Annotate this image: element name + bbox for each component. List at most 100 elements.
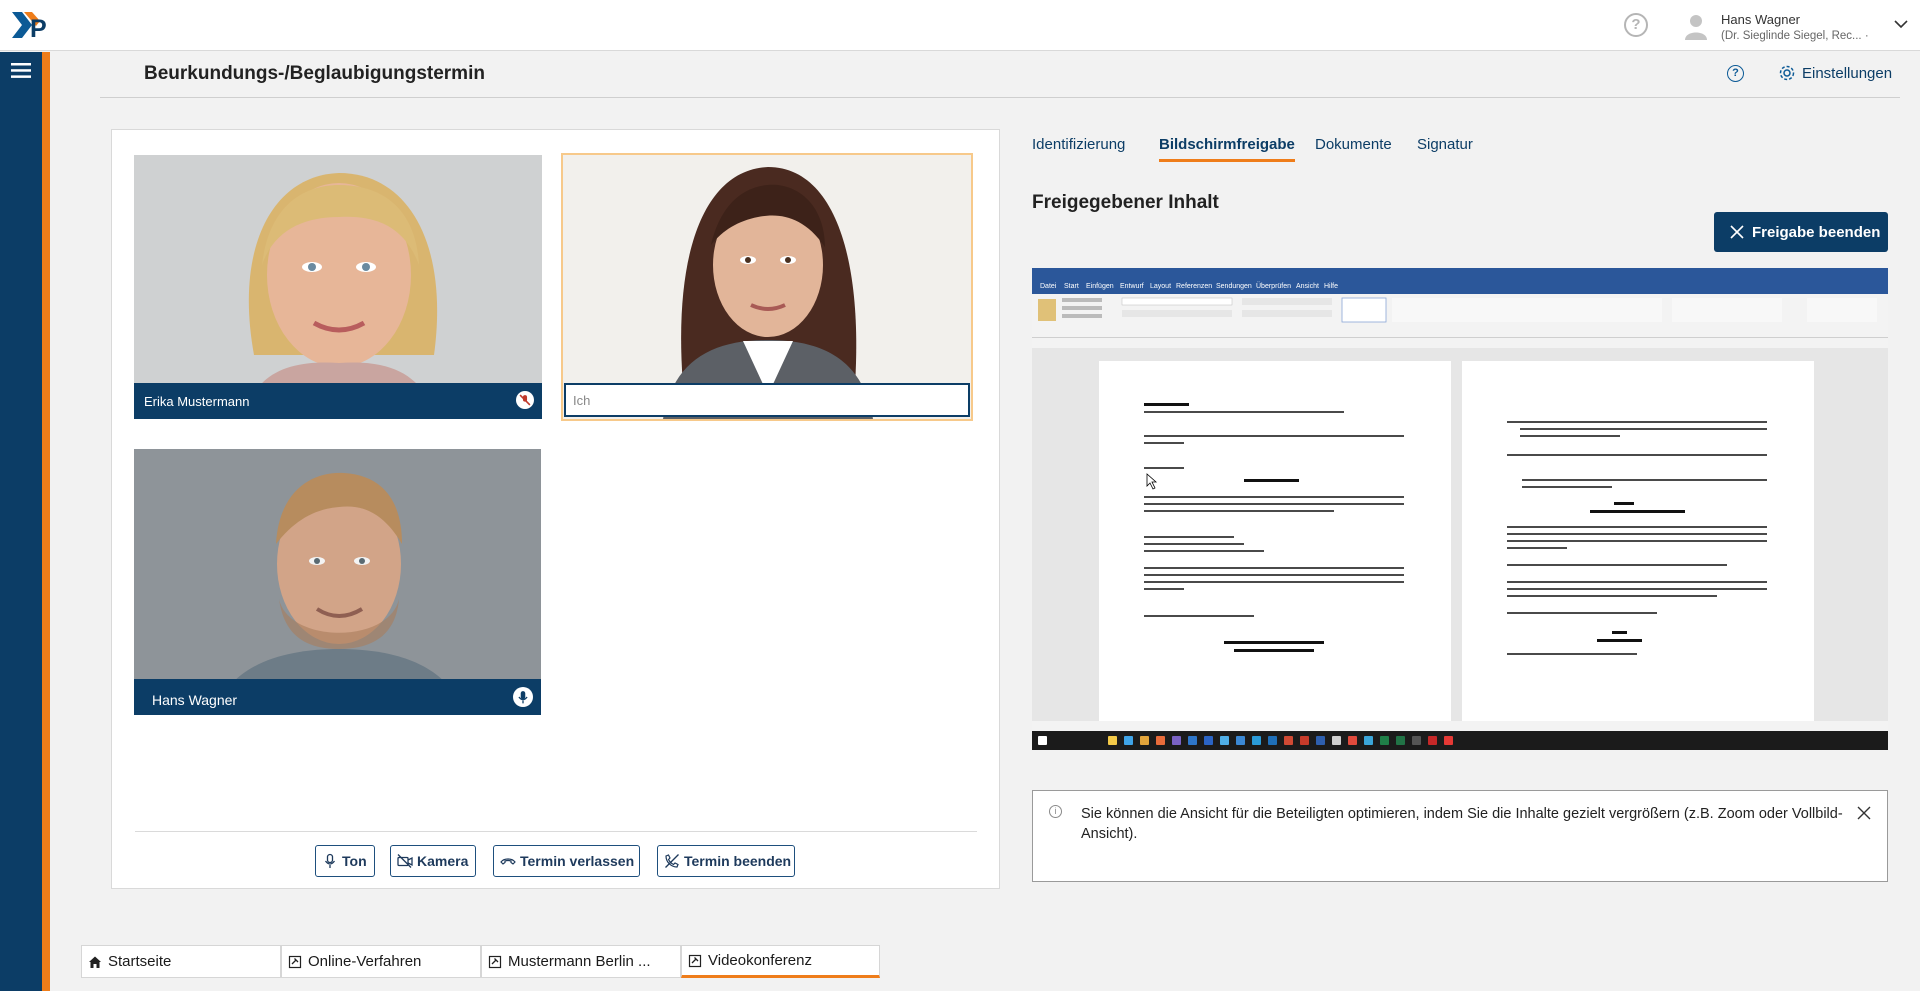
taskbar-app-icon bbox=[1188, 736, 1197, 745]
word-menu-item: Layout bbox=[1150, 283, 1172, 290]
word-menu-item: Datei bbox=[1040, 283, 1057, 290]
taskbar-app-icon bbox=[1268, 736, 1277, 745]
video-tile-hans[interactable]: Hans Wagner bbox=[134, 449, 541, 715]
taskbar-app-icon bbox=[1412, 736, 1421, 745]
shared-screen-view[interactable]: Datei Start Einfügen Entwurf Layout Refe… bbox=[1032, 268, 1888, 750]
bottom-tab-label: Mustermann Berlin ... bbox=[508, 953, 651, 970]
chevron-down-icon[interactable] bbox=[1893, 18, 1909, 30]
taskbar-app-icon bbox=[1220, 736, 1229, 745]
taskbar-app-icon bbox=[1172, 736, 1181, 745]
word-status-bar bbox=[1032, 721, 1888, 731]
taskbar-app-icon bbox=[1316, 736, 1325, 745]
bottom-tab-mustermann[interactable]: Mustermann Berlin ... bbox=[481, 945, 681, 978]
menu-icon[interactable] bbox=[11, 62, 31, 79]
participant-bar: Erika Mustermann bbox=[134, 383, 542, 419]
participant-name: Erika Mustermann bbox=[144, 394, 250, 409]
tab-signatur[interactable]: Signatur bbox=[1417, 136, 1473, 159]
panel-divider bbox=[135, 831, 977, 832]
gavel-icon bbox=[488, 955, 502, 968]
document-text bbox=[1144, 403, 1404, 652]
sound-button[interactable]: Ton bbox=[315, 845, 375, 877]
bottom-tab-online-verfahren[interactable]: Online-Verfahren bbox=[281, 945, 481, 978]
taskbar-app-icon bbox=[1332, 736, 1341, 745]
taskbar-app-icon bbox=[1204, 736, 1213, 745]
leave-label: Termin verlassen bbox=[520, 853, 635, 869]
taskbar-app-icon bbox=[1428, 736, 1437, 745]
bottom-tab-videokonferenz[interactable]: Videokonferenz bbox=[681, 945, 880, 978]
participant-video bbox=[563, 155, 971, 419]
mic-muted-icon bbox=[516, 391, 534, 409]
phone-hangup-icon bbox=[500, 858, 516, 865]
info-icon: i bbox=[1049, 805, 1062, 818]
taskbar-app-icon bbox=[1284, 736, 1293, 745]
tab-identifizierung[interactable]: Identifizierung bbox=[1032, 136, 1125, 159]
taskbar-app-icon bbox=[1348, 736, 1357, 745]
user-subtitle: (Dr. Sieglinde Siegel, Rec... · bbox=[1721, 30, 1869, 42]
shared-content-title: Freigegebener Inhalt bbox=[1032, 192, 1219, 213]
settings-button[interactable]: Einstellungen bbox=[1802, 65, 1892, 82]
tab-dokumente[interactable]: Dokumente bbox=[1315, 136, 1392, 159]
participant-bar: Hans Wagner bbox=[134, 679, 541, 715]
camera-label: Kamera bbox=[417, 853, 469, 869]
user-name[interactable]: Hans Wagner bbox=[1721, 12, 1800, 27]
video-panel: Erika Mustermann Ich Hans Wagner Ton Kam… bbox=[111, 129, 1000, 889]
taskbar-app-icon bbox=[1364, 736, 1373, 745]
participant-video bbox=[134, 449, 541, 715]
camera-button[interactable]: Kamera bbox=[390, 845, 476, 877]
video-tile-self[interactable]: Ich bbox=[561, 153, 973, 421]
self-label-field[interactable]: Ich bbox=[564, 383, 970, 417]
mic-icon bbox=[513, 687, 533, 707]
end-share-label: Freigabe beenden bbox=[1752, 223, 1881, 241]
end-meeting-button[interactable]: Termin beenden bbox=[657, 845, 795, 877]
gear-icon[interactable] bbox=[1778, 64, 1796, 82]
word-title-bar bbox=[1032, 268, 1888, 280]
taskbar-app-icon bbox=[1156, 736, 1165, 745]
video-tile-erika[interactable]: Erika Mustermann bbox=[134, 155, 542, 419]
taskbar-app-icon bbox=[1380, 736, 1389, 745]
help-icon[interactable]: ? bbox=[1624, 13, 1648, 37]
end-label: Termin beenden bbox=[684, 853, 792, 869]
side-rail bbox=[0, 52, 42, 991]
sound-label: Ton bbox=[342, 853, 367, 869]
leave-meeting-button[interactable]: Termin verlassen bbox=[493, 845, 640, 877]
info-text: Sie können die Ansicht für die Beteiligt… bbox=[1081, 806, 1843, 842]
camera-off-icon bbox=[397, 854, 413, 868]
document-page bbox=[1099, 361, 1451, 750]
taskbar-app-icon bbox=[1300, 736, 1309, 745]
close-icon[interactable] bbox=[1857, 806, 1871, 820]
user-avatar-icon[interactable] bbox=[1684, 14, 1708, 40]
phone-end-icon bbox=[665, 854, 679, 868]
document-text bbox=[1507, 421, 1767, 655]
svg-text:P: P bbox=[30, 15, 47, 42]
app-logo[interactable]: P bbox=[10, 8, 62, 42]
word-menu-item: Start bbox=[1064, 283, 1079, 290]
page-header: Beurkundungs-/Beglaubigungstermin ? Eins… bbox=[100, 52, 1900, 98]
taskbar-app-icon bbox=[1140, 736, 1149, 745]
windows-taskbar bbox=[1032, 731, 1888, 750]
tab-bildschirmfreigabe[interactable]: Bildschirmfreigabe bbox=[1159, 136, 1295, 162]
bottom-tab-label: Videokonferenz bbox=[708, 952, 812, 969]
taskbar-app-icon bbox=[1396, 736, 1405, 745]
word-menu-item: Referenzen bbox=[1176, 283, 1213, 290]
participant-name: Hans Wagner bbox=[152, 692, 238, 708]
word-menu-item: Hilfe bbox=[1324, 283, 1339, 290]
document-page bbox=[1462, 361, 1814, 750]
bottom-tab-startseite[interactable]: Startseite bbox=[81, 945, 281, 978]
gavel-icon bbox=[688, 954, 702, 967]
top-bar: P ? Hans Wagner (Dr. Sieglinde Siegel, R… bbox=[0, 0, 1920, 51]
taskbar-app-icon bbox=[1236, 736, 1245, 745]
microphone-icon bbox=[324, 853, 336, 868]
page-help-icon[interactable]: ? bbox=[1727, 65, 1744, 82]
taskbar-app-icon bbox=[1108, 736, 1117, 745]
word-menu-item: Entwurf bbox=[1120, 283, 1144, 290]
ribbon-controls bbox=[1038, 297, 1877, 323]
taskbar-app-icon bbox=[1252, 736, 1261, 745]
close-icon bbox=[1730, 225, 1744, 239]
taskbar-app-icon bbox=[1124, 736, 1133, 745]
end-share-button[interactable]: Freigabe beenden bbox=[1714, 212, 1888, 252]
info-message: i Sie können die Ansicht für die Beteili… bbox=[1032, 790, 1888, 882]
page-title: Beurkundungs-/Beglaubigungstermin bbox=[144, 63, 485, 84]
start-icon bbox=[1038, 736, 1047, 745]
word-menu-bar: Datei Start Einfügen Entwurf Layout Refe… bbox=[1032, 280, 1888, 294]
word-menu-item: Sendungen bbox=[1216, 283, 1252, 290]
